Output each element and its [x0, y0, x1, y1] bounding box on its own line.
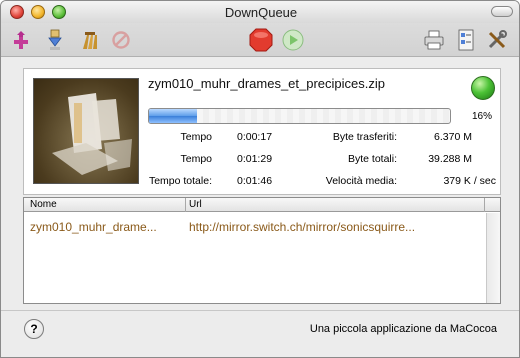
column-header-url[interactable]: Url	[189, 199, 202, 210]
tools-icon[interactable]	[485, 28, 509, 52]
title-bar: DownQueue	[1, 1, 519, 23]
add-download-icon[interactable]	[9, 28, 33, 52]
column-header-nome[interactable]: Nome	[30, 199, 57, 210]
vertical-scrollbar[interactable]	[486, 213, 500, 303]
column-separator[interactable]	[185, 198, 186, 212]
table-header: Nome Url	[24, 198, 500, 212]
preferences-icon[interactable]	[454, 28, 478, 52]
download-progress-bar	[148, 108, 451, 124]
progress-percent: 16%	[471, 111, 492, 122]
download-filename: zym010_muhr_drames_et_precipices.zip	[148, 76, 386, 91]
app-window: DownQueue zym010_muhr_drames_et_precipic…	[0, 0, 520, 358]
tempo2-value: 0:01:29	[237, 153, 273, 165]
cancel-icon[interactable]	[109, 28, 133, 52]
play-icon[interactable]	[281, 28, 305, 52]
help-button[interactable]: ?	[24, 319, 44, 339]
print-icon[interactable]	[422, 28, 446, 52]
globe-icon[interactable]	[471, 76, 495, 100]
stop-icon[interactable]	[249, 28, 273, 52]
album-artwork	[33, 78, 139, 184]
table-cell-url[interactable]: http://mirror.switch.ch/mirror/sonicsqui…	[189, 220, 483, 234]
toolbar-toggle-button[interactable]	[491, 6, 513, 17]
byte-trasferiti-value: 6.370 M	[434, 131, 472, 143]
velocita-label: Velocità media:	[325, 175, 397, 187]
credit-text: Una piccola applicazione da MaCocoa	[309, 323, 497, 335]
byte-totali-label: Byte totali:	[347, 153, 397, 165]
window-title: DownQueue	[224, 5, 298, 20]
byte-trasferiti-label: Byte trasferiti:	[332, 131, 397, 143]
velocita-value: 379 K / sec	[443, 175, 496, 187]
column-separator[interactable]	[484, 198, 485, 212]
download-info-panel: zym010_muhr_drames_et_precipices.zip 16%…	[23, 68, 501, 195]
byte-totali-value: 39.288 M	[428, 153, 472, 165]
download-queue-table[interactable]: Nome Url zym010_muhr_drame... http://mir…	[23, 197, 501, 304]
tempo-totale-label: Tempo totale:	[148, 175, 212, 187]
tempo-label: Tempo	[180, 131, 212, 143]
tempo-value: 0:00:17	[237, 131, 273, 143]
toolbar	[1, 23, 519, 57]
tempo2-label: Tempo	[180, 153, 212, 165]
footer-divider	[1, 310, 519, 311]
progress-fill	[149, 109, 198, 123]
table-cell-nome[interactable]: zym010_muhr_drame...	[30, 220, 184, 234]
tempo-totale-value: 0:01:46	[237, 175, 273, 187]
download-icon[interactable]	[43, 28, 67, 52]
clean-broom-icon[interactable]	[78, 28, 102, 52]
